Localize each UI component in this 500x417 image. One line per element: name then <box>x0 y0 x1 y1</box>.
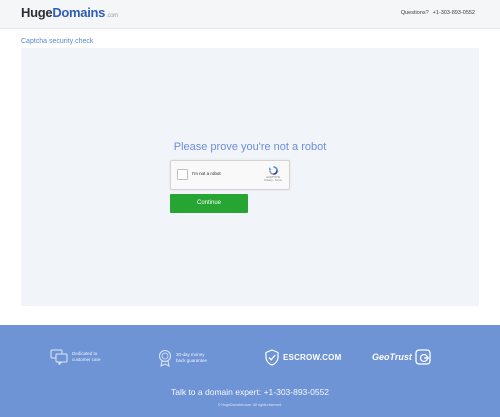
copyright: © HugeDomains.com. All rights reserved. <box>217 403 283 407</box>
header-phone-link[interactable]: +1-303-893-0552 <box>433 10 475 16</box>
recaptcha-checkbox[interactable] <box>177 169 188 180</box>
logo-tld-text: .com <box>106 13 118 19</box>
recaptcha-label: I'm not a robot <box>192 171 221 176</box>
logo-domains-text: Domains <box>52 5 106 20</box>
questions-label: Questions? <box>400 10 429 16</box>
captcha-panel: Please prove you're not a robot I'm not … <box>21 48 479 306</box>
customer-care-badge: Dedicated to customer care <box>50 349 101 365</box>
geotrust-label: GeoTrust <box>372 352 412 362</box>
contact-info: Questions? +1-303-893-0552 <box>401 10 475 16</box>
recaptcha-terms[interactable]: Privacy - Terms <box>263 179 283 182</box>
guarantee-badge: 30-day money back guarantee <box>158 349 207 367</box>
medal-icon <box>159 350 171 367</box>
guarantee-line2: back guarantee <box>176 358 208 363</box>
geotrust-badge[interactable]: GeoTrust <box>372 349 431 365</box>
logo-huge-text: Huge <box>21 5 53 20</box>
chat-icon <box>50 349 68 365</box>
hugedomains-logo[interactable]: HugeDomains.com <box>21 5 118 20</box>
shield-check-icon <box>265 349 279 366</box>
talk-to-expert[interactable]: Talk to a domain expert: +1-303-893-0552 <box>0 387 500 397</box>
recaptcha-logo: reCAPTCHA Privacy - Terms <box>263 165 283 185</box>
top-header: HugeDomains.com Questions? +1-303-893-055… <box>0 0 500 29</box>
escrow-label: ESCROW.COM <box>283 353 342 362</box>
continue-button[interactable]: Continue <box>170 194 248 213</box>
captcha-heading: Please prove you're not a robot <box>173 141 327 153</box>
page-title: Captcha security check <box>21 38 94 45</box>
footer: Dedicated to customer care 30-day money … <box>0 325 500 417</box>
recaptcha-widget: I'm not a robot reCAPTCHA Privacy - Term… <box>170 160 290 190</box>
recaptcha-icon <box>268 166 278 175</box>
customer-care-line2: customer care <box>72 357 101 362</box>
geotrust-seal-icon <box>415 349 431 365</box>
escrow-badge[interactable]: ESCROW.COM <box>265 349 341 366</box>
